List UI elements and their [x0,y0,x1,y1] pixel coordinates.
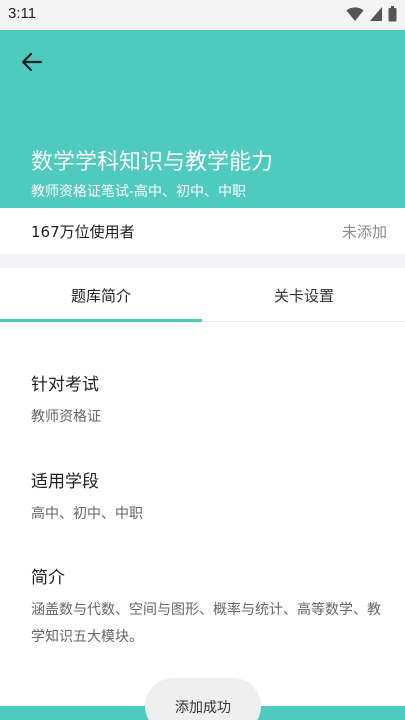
add-status-button[interactable]: 未添加 [342,221,387,242]
tab-question-bank-intro[interactable]: 题库简介 [0,268,202,322]
tab-bar: 题库简介 关卡设置 [0,268,405,322]
section-heading-target-exam: 针对考试 [31,375,99,395]
status-icons [346,6,397,22]
section-divider [0,254,405,268]
tab-active-indicator [0,319,202,322]
section-heading-intro: 简介 [31,568,65,588]
course-header: 数学学科知识与教学能力 教师资格证笔试-高中、初中、中职 [0,30,405,208]
status-bar: 3:11 [0,0,405,30]
section-text-stage: 高中、初中、中职 [31,506,143,522]
section-text-intro: 涵盖数与代数、空间与图形、概率与统计、高等数学、教学知识五大模块。 [31,602,381,645]
wifi-icon [346,7,364,21]
section-heading-stage: 适用学段 [31,472,99,492]
course-subtitle: 教师资格证笔试-高中、初中、中职 [31,184,247,200]
back-button[interactable] [14,46,50,78]
toast-message: 添加成功 [145,678,261,720]
users-row: 167万位使用者 未添加 [0,208,405,254]
section-text-target-exam: 教师资格证 [31,409,101,425]
status-time: 3:11 [8,5,37,22]
battery-icon [388,6,397,22]
back-arrow-icon [21,52,43,72]
tab-level-settings[interactable]: 关卡设置 [203,268,405,322]
signal-icon [370,7,382,21]
users-count: 167万位使用者 [31,223,135,241]
course-title: 数学学科知识与教学能力 [31,150,274,175]
